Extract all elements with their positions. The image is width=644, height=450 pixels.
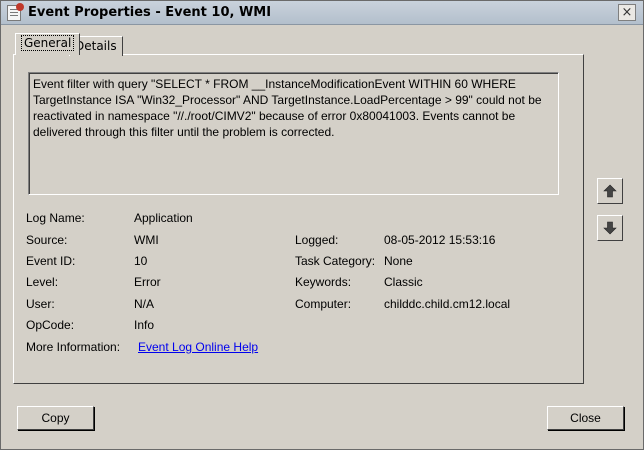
keywords-label: Keywords:: [295, 275, 352, 289]
logged-value: 08-05-2012 15:53:16: [384, 233, 496, 247]
title-bar[interactable]: Event Properties - Event 10, WMI ×: [1, 1, 643, 25]
opcode-label: OpCode:: [26, 318, 75, 332]
event-description[interactable]: Event filter with query "SELECT * FROM _…: [28, 72, 559, 195]
copy-button[interactable]: Copy: [17, 406, 94, 430]
computer-value: childdc.child.cm12.local: [384, 297, 511, 311]
user-label: User:: [26, 297, 55, 311]
event-id-value: 10: [134, 254, 148, 268]
event-viewer-icon: [7, 3, 24, 21]
more-information-label: More Information:: [26, 340, 121, 354]
user-value: N/A: [134, 297, 155, 311]
tab-general[interactable]: General: [15, 33, 81, 55]
computer-label: Computer:: [295, 297, 352, 311]
source-value: WMI: [134, 233, 159, 247]
task-category-value: None: [384, 254, 413, 268]
previous-event-button[interactable]: [597, 178, 623, 204]
log-name-label: Log Name:: [26, 211, 85, 225]
close-button[interactable]: Close: [547, 406, 624, 430]
arrow-up-icon: [603, 184, 617, 198]
log-name-value: Application: [134, 211, 193, 225]
tab-details-label: Details: [75, 39, 117, 53]
event-id-label: Event ID:: [26, 254, 76, 268]
tab-general-label: General: [21, 35, 75, 51]
close-window-button[interactable]: ×: [618, 4, 636, 21]
event-properties-window: Event Properties - Event 10, WMI × Gener…: [0, 0, 644, 450]
logged-label: Logged:: [295, 233, 339, 247]
window-title: Event Properties - Event 10, WMI: [28, 5, 272, 20]
source-label: Source:: [26, 233, 68, 247]
next-event-button[interactable]: [597, 215, 623, 241]
opcode-value: Info: [134, 318, 155, 332]
level-label: Level:: [26, 275, 59, 289]
task-category-label: Task Category:: [295, 254, 376, 268]
event-log-online-help-link[interactable]: Event Log Online Help: [138, 340, 258, 354]
level-value: Error: [134, 275, 161, 289]
keywords-value: Classic: [384, 275, 423, 289]
arrow-down-icon: [603, 221, 617, 235]
